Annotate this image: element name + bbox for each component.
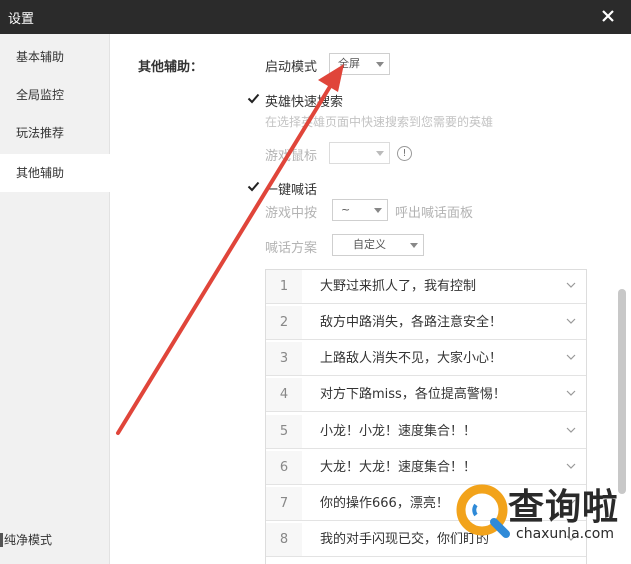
- close-icon[interactable]: [599, 7, 617, 25]
- phrase-text: 大野过来抓人了，我有控制: [302, 270, 586, 303]
- list-item[interactable]: 2 敌方中路消失，各路注意安全！: [266, 306, 586, 340]
- pure-mode-marker: [0, 533, 3, 547]
- launch-mode-value: 全屏: [338, 57, 360, 70]
- phrase-number: 4: [279, 387, 289, 402]
- scrollbar[interactable]: [618, 289, 626, 494]
- title-bar: 设置: [0, 0, 631, 34]
- sidebar-item-label: 其他辅助: [16, 166, 65, 180]
- shout-key-value: ~: [341, 203, 351, 216]
- launch-mode-label: 启动模式: [265, 60, 318, 75]
- watermark-site: chaxunla.com: [516, 526, 614, 542]
- sidebar-item-global-monitor[interactable]: 全局监控: [0, 76, 110, 114]
- phrase-text: 敌方中路消失，各路注意安全！: [302, 306, 586, 339]
- shout-scheme-value: 自定义: [353, 238, 386, 251]
- hero-search-hint: 在选择英雄页面中快速搜索到您需要的英雄: [265, 115, 494, 129]
- sidebar-item-label: 全局监控: [16, 88, 65, 102]
- magnifier-icon: [456, 484, 510, 538]
- shout-key-select[interactable]: ~: [332, 199, 388, 221]
- sidebar-item-label: 基本辅助: [16, 50, 65, 64]
- phrase-number: 5: [279, 424, 289, 439]
- phrase-number: 6: [279, 460, 289, 475]
- sidebar-item-label: 玩法推荐: [16, 126, 65, 140]
- phrase-text: 小龙！小龙！速度集合！！: [302, 415, 586, 448]
- shout-label: 一键喊话: [265, 183, 318, 198]
- phrase-number: 7: [279, 496, 289, 511]
- window-title: 设置: [8, 12, 35, 27]
- phrase-number: 2: [279, 315, 289, 330]
- hero-search-checkbox[interactable]: [247, 92, 260, 105]
- sidebar-item-other[interactable]: 其他辅助: [0, 154, 110, 192]
- list-item[interactable]: 4 对方下路miss，各位提高警惕！: [266, 378, 586, 412]
- list-item[interactable]: 5 小龙！小龙！速度集合！！: [266, 415, 586, 449]
- launch-mode-select[interactable]: 全屏: [329, 53, 390, 75]
- chevron-down-icon[interactable]: [566, 280, 576, 290]
- phrase-number: 1: [279, 279, 289, 294]
- game-mouse-select[interactable]: [329, 142, 390, 164]
- chevron-down-icon: [376, 151, 384, 156]
- list-item[interactable]: 1 大野过来抓人了，我有控制: [266, 270, 586, 304]
- info-icon[interactable]: !: [397, 146, 412, 161]
- phrase-text: 上路敌人消失不见，大家小心！: [302, 342, 586, 375]
- chevron-down-icon[interactable]: [566, 388, 576, 398]
- chevron-down-icon: [374, 208, 382, 213]
- section-label: 其他辅助：: [138, 60, 204, 75]
- phrase-text: 对方下路miss，各位提高警惕！: [302, 378, 586, 411]
- shout-scheme-select[interactable]: 自定义: [332, 234, 424, 256]
- game-mouse-label: 游戏鼠标: [265, 149, 318, 164]
- chevron-down-icon: [376, 62, 384, 67]
- shout-checkbox[interactable]: [247, 180, 260, 193]
- list-item[interactable]: 3 上路敌人消失不见，大家小心！: [266, 342, 586, 376]
- shout-key-suffix: 呼出喊话面板: [395, 206, 474, 221]
- chevron-down-icon[interactable]: [566, 316, 576, 326]
- sidebar-item-recommend[interactable]: 玩法推荐: [0, 114, 110, 152]
- hero-search-label: 英雄快速搜索: [265, 95, 344, 110]
- watermark-brand: 查询啦: [508, 487, 620, 528]
- shout-scheme-label: 喊话方案: [265, 241, 318, 256]
- chevron-down-icon[interactable]: [566, 425, 576, 435]
- sidebar: 基本辅助 全局监控 玩法推荐 其他辅助 纯净模式: [0, 34, 110, 564]
- phrase-number: 8: [279, 532, 289, 547]
- phrase-number: 3: [279, 351, 289, 366]
- chevron-down-icon[interactable]: [566, 352, 576, 362]
- chevron-down-icon: [410, 243, 418, 248]
- sidebar-item-basic[interactable]: 基本辅助: [0, 38, 110, 76]
- pure-mode-button[interactable]: 纯净模式: [4, 531, 52, 548]
- shout-key-label: 游戏中按: [265, 206, 318, 221]
